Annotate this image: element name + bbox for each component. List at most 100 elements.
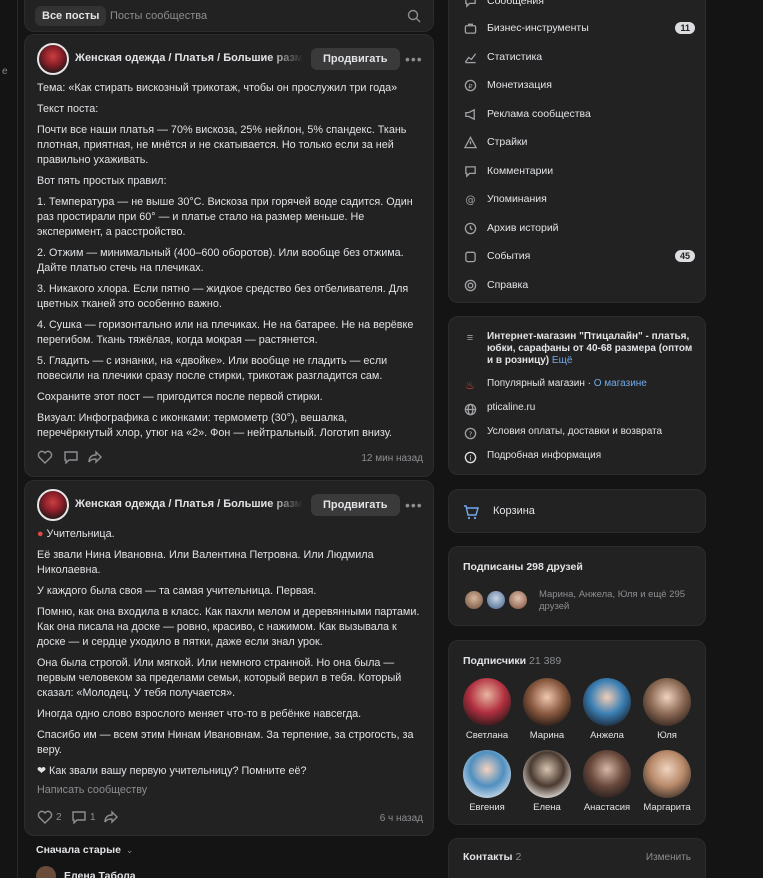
avatar (463, 678, 511, 726)
sidebar-item-11[interactable]: Справка (463, 275, 695, 295)
tab-community-posts[interactable]: Посты сообщества (103, 6, 214, 26)
popular-label: Популярный магазин (487, 378, 585, 389)
subscriber-item[interactable]: Елена (519, 750, 575, 813)
post-card: Женская одежда / Платья / Большие размер… (24, 480, 434, 836)
friends-title: Подписаны 298 друзей (463, 561, 583, 573)
sidebar-item-label: Справка (487, 279, 529, 291)
group-name[interactable]: Женская одежда / Платья / Большие размер… (75, 52, 303, 64)
post-paragraph: 4. Сушка — горизонтально или на плечиках… (37, 319, 414, 346)
site-link[interactable]: pticaline.ru (487, 402, 535, 414)
post-text: Тема: «Как стирать вискозный трикотаж, ч… (37, 81, 421, 447)
post-card: Женская одежда / Платья / Большие размер… (24, 34, 434, 477)
comment-icon (64, 451, 78, 464)
avatar (463, 750, 511, 798)
post-paragraph: Вот пять простых правил: (37, 175, 167, 187)
more-icon[interactable]: ••• (405, 51, 423, 67)
post-time: 6 ч назад (379, 813, 423, 824)
sidebar-item-4[interactable]: ₽ Монетизация (463, 75, 695, 95)
post-paragraph: 5. Гладить — с изнанки, на «двойке». Или… (37, 355, 388, 382)
subscriber-item[interactable]: Марина (519, 678, 575, 741)
subscribers-title[interactable]: Подписчики 21 389 (463, 655, 561, 667)
like-button[interactable]: 2 (37, 810, 62, 824)
sidebar-item-1[interactable]: Сообщения (463, 0, 695, 11)
like-button[interactable] (37, 450, 53, 464)
sidebar-item-6[interactable]: Страйки (463, 132, 695, 152)
sidebar-item-9[interactable]: Архив историй (463, 218, 695, 238)
question-icon: ? (463, 426, 477, 440)
heart-emoji-icon: ❤ (37, 765, 47, 777)
sidebar-item-8[interactable]: @ Упоминания (463, 189, 695, 209)
promote-button[interactable]: Продвигать (311, 48, 400, 70)
subscriber-item[interactable]: Маргарита (639, 750, 695, 813)
post-paragraph: Тема: «Как стирать вискозный трикотаж, ч… (37, 82, 398, 94)
comment-button[interactable] (63, 450, 79, 464)
contacts-title-text: Контакты (463, 851, 513, 863)
avatar (523, 750, 571, 798)
more-link[interactable]: Ещё (552, 355, 572, 366)
post-text: ● Учительница. Её звали Нина Ивановна. И… (37, 527, 421, 804)
subscriber-item[interactable]: Юля (639, 678, 695, 741)
help-circle-icon (463, 278, 477, 292)
write-to-community-link[interactable]: Написать сообществу (37, 783, 421, 798)
community-info: ≡ Интернет-магазин "Птицалайн" - платья,… (448, 316, 706, 475)
sidebar-item-10[interactable]: События 45 (463, 246, 695, 266)
contacts-block: Контакты 2 Изменить (448, 838, 706, 878)
contacts-edit-link[interactable]: Изменить (646, 852, 691, 863)
post-paragraph: 1. Температура — не выше 30°C. Вискоза п… (37, 196, 413, 238)
friends-block[interactable]: Подписаны 298 друзей Марина, Анжела, Юля… (448, 546, 706, 626)
like-count: 2 (56, 811, 62, 823)
sidebar-item-2[interactable]: Бизнес-инструменты 11 (463, 18, 695, 38)
sidebar-item-5[interactable]: Реклама сообщества (463, 104, 695, 124)
share-button[interactable] (103, 810, 119, 824)
post-time: 12 мин назад (361, 453, 423, 464)
cart-label: Корзина (493, 505, 535, 517)
sidebar-item-label: Упоминания (487, 193, 547, 205)
management-menu: Сообщения Бизнес-инструменты 11 Статистика ₽… (448, 0, 706, 303)
comments-sort-label: Сначала старые (36, 844, 121, 856)
more-icon[interactable]: ••• (405, 497, 423, 513)
description-text: Интернет-магазин "Птицалайн" - платья, ю… (487, 331, 693, 366)
chart-icon (463, 50, 477, 64)
post-paragraph: Визуал: Инфографика с иконками: термомет… (37, 412, 393, 439)
group-name[interactable]: Женская одежда / Платья / Большие размер… (75, 498, 303, 510)
contacts-count: 2 (515, 851, 522, 863)
post-actions: 2 1 6 ч назад (37, 810, 423, 828)
subscriber-item[interactable]: Светлана (459, 678, 515, 741)
calendar-icon (463, 249, 477, 263)
apple-emoji-icon: ● (37, 528, 44, 540)
subscribers-count: 21 389 (529, 655, 562, 667)
avatar (643, 750, 691, 798)
sidebar-item-3[interactable]: Статистика (463, 47, 695, 67)
comment-button[interactable]: 1 (71, 810, 96, 824)
group-avatar[interactable] (37, 43, 69, 75)
subscriber-name: Юля (657, 730, 677, 741)
post-question: ❤ Как звали вашу первую учительницу? Пом… (37, 764, 421, 779)
group-avatar[interactable] (37, 489, 69, 521)
cart-button[interactable]: Корзина (448, 489, 706, 533)
nav-fragment-icon[interactable]: е (2, 66, 8, 77)
friends-text: Марина, Анжела, Юля и ещё 295 друзей (539, 589, 686, 612)
avatar[interactable] (36, 866, 56, 878)
tab-all-posts[interactable]: Все посты (35, 6, 107, 26)
avatar (583, 678, 631, 726)
subscriber-item[interactable]: Анжела (579, 678, 635, 741)
post-paragraph: Её звали Нина Ивановна. Или Валентина Пе… (37, 549, 374, 576)
comments-sort[interactable]: Сначала старые ⌄ (36, 844, 133, 856)
sidebar-item-7[interactable]: Комментарии (463, 161, 695, 181)
details-link[interactable]: Подробная информация (487, 450, 601, 462)
about-store-link[interactable]: О магазине (594, 378, 647, 389)
promote-button[interactable]: Продвигать (311, 494, 400, 516)
terms-link[interactable]: Условия оплаты, доставки и возврата (487, 426, 662, 438)
subscriber-name: Анастасия (583, 802, 631, 813)
share-icon (104, 810, 118, 824)
info-icon: i (463, 450, 477, 464)
share-button[interactable] (87, 450, 103, 464)
heart-icon (37, 450, 53, 464)
comment-count: 1 (90, 811, 96, 823)
comment-author[interactable]: Елена Табола (64, 870, 136, 878)
subscriber-item[interactable]: Евгения (459, 750, 515, 813)
subscriber-item[interactable]: Анастасия (579, 750, 635, 813)
search-icon[interactable] (407, 9, 421, 23)
at-icon: @ (463, 192, 477, 206)
svg-text:@: @ (465, 195, 475, 206)
